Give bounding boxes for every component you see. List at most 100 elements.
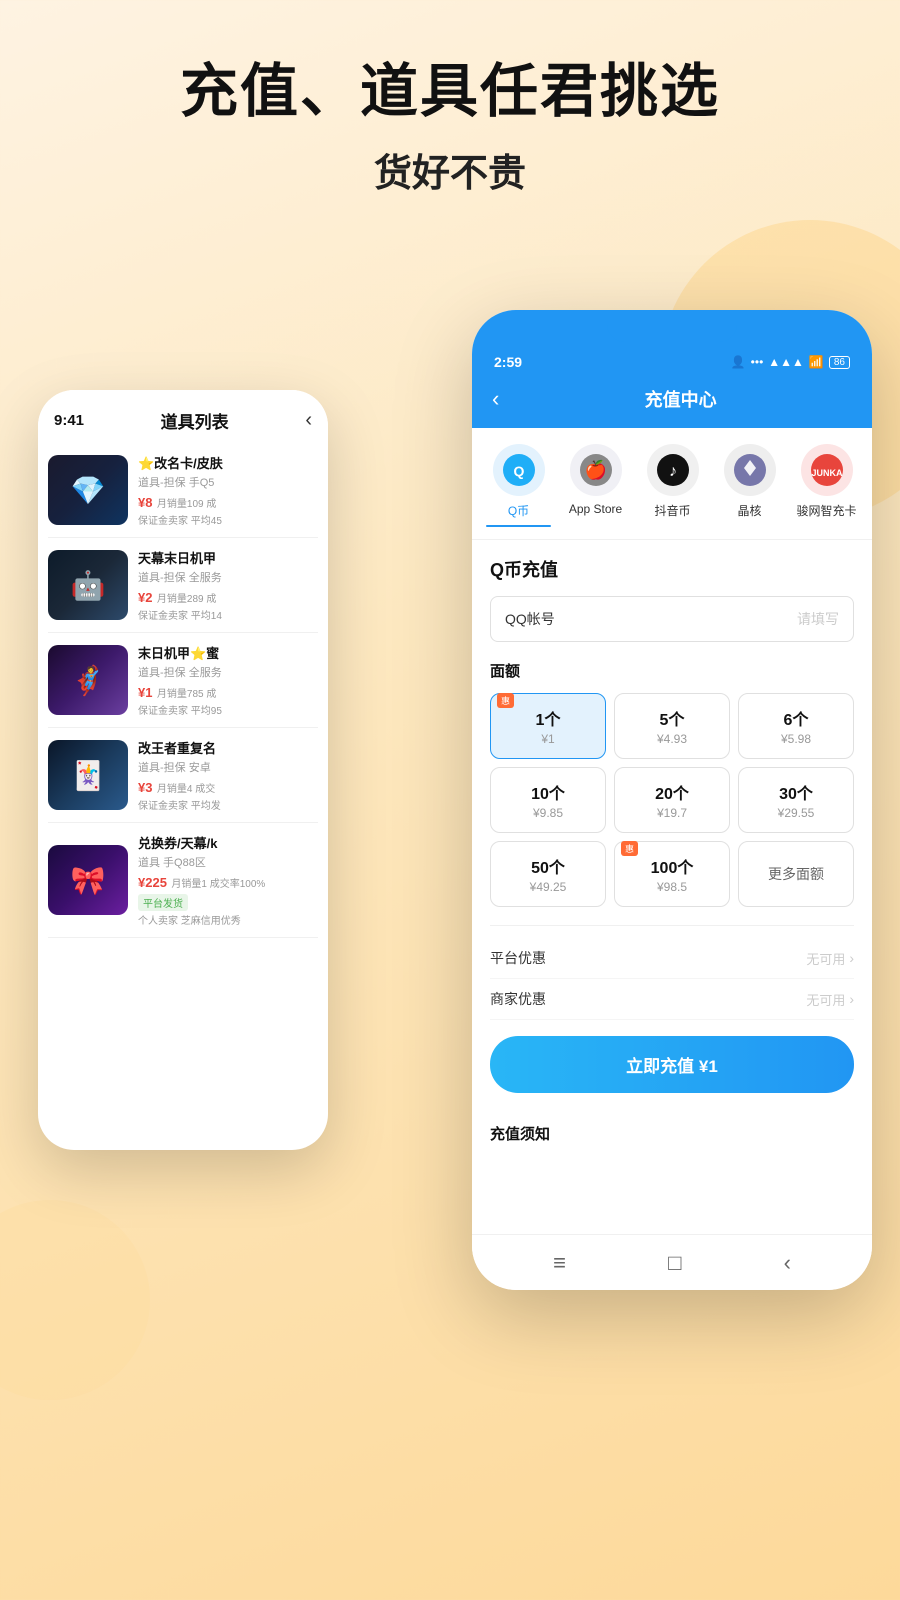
amount-cell-30[interactable]: 30个 ¥29.55 [738,767,854,833]
svg-text:🍎: 🍎 [584,459,606,480]
tab-jinhe[interactable]: 晶核 [717,444,782,527]
product-desc: 道具-担保 安卓 [138,759,318,775]
tab-qcoin[interactable]: Q Q币 [486,444,551,527]
promo-row-merchant[interactable]: 商家优惠 无可用 › [490,979,854,1020]
amount-price: ¥5.98 [747,732,845,746]
tab-douyin[interactable]: ♪ 抖音币 [640,444,705,527]
product-item[interactable]: 💎 ⭐改名卡/皮肤 道具-担保 手Q5 ¥8 月销量109 成 保证金卖家 平均… [48,443,318,538]
amount-count: 5个 [623,706,721,730]
status-time: 2:59 [494,354,522,370]
discount-badge: 惠 [497,693,514,708]
product-guarantee: 保证金卖家 平均14 [138,607,318,622]
amount-price: ¥19.7 [623,806,721,820]
amount-price: ¥98.5 [623,880,721,894]
douyin-icon: ♪ [647,444,699,496]
product-image: 🦸 [48,645,128,715]
promo-platform-value: 无可用 [806,949,845,968]
amount-count: 30个 [747,780,845,804]
product-info: 天幕末日机甲 道具-担保 全服务 ¥2 月销量289 成 保证金卖家 平均14 [138,548,318,622]
product-sales: 月销量109 成 [157,499,216,510]
product-name: 天幕末日机甲 [138,548,318,567]
product-sales: 月销量4 成交 [157,784,215,795]
right-nav-title: 充值中心 [509,386,852,412]
avatar-icon: 👤 [731,355,746,369]
service-tabs: Q Q币 🍎 App Store [472,428,872,540]
product-name: ⭐改名卡/皮肤 [138,453,318,472]
nav-back-icon[interactable]: ‹ [784,1250,791,1276]
promo-platform-label: 平台优惠 [490,948,546,968]
product-name: 末日机甲⭐蜜 [138,643,318,662]
product-item[interactable]: 🃏 改王者重复名 道具-担保 安卓 ¥3 月销量4 成交 保证金卖家 平均发 [48,728,318,823]
promo-merchant-label: 商家优惠 [490,989,546,1009]
amount-grid: 惠 1个 ¥1 5个 ¥4.93 6个 ¥5.98 10个 ¥9.85 [490,693,854,907]
tab-junka[interactable]: JUNKA 骏网智充卡 [794,444,859,527]
right-back-button[interactable]: ‹ [492,386,499,412]
product-sales: 月销量289 成 [157,594,216,605]
tab-junka-label: 骏网智充卡 [796,502,856,519]
tab-active-indicator [486,525,551,527]
promo-row-platform[interactable]: 平台优惠 无可用 › [490,938,854,979]
amount-price: ¥1 [499,732,597,746]
amount-cell-more[interactable]: 更多面额 [738,841,854,907]
amount-price: ¥29.55 [747,806,845,820]
product-price: ¥8 [138,495,152,510]
amount-count: 20个 [623,780,721,804]
product-name: 兑换券/天幕/k [138,833,318,852]
product-sales: 月销量1 成交率100% [171,879,265,890]
amount-cell-20[interactable]: 20个 ¥19.7 [614,767,730,833]
signal-icon: ▲▲▲ [768,355,804,369]
amount-cell-10[interactable]: 10个 ¥9.85 [490,767,606,833]
product-desc: 道具-担保 手Q5 [138,474,318,490]
product-image: 🎀 [48,845,128,915]
notice-title: 充值须知 [490,1123,854,1144]
wifi-icon: 📶 [809,355,824,369]
product-desc: 道具-担保 全服务 [138,569,318,585]
amount-cell-5[interactable]: 5个 ¥4.93 [614,693,730,759]
amount-cell-1[interactable]: 惠 1个 ¥1 [490,693,606,759]
jinhe-icon [724,444,776,496]
notice-section: 充值须知 [472,1109,872,1158]
amount-count: 100个 [623,854,721,878]
product-name: 改王者重复名 [138,738,318,757]
nav-menu-icon[interactable]: ≡ [553,1250,566,1276]
product-price: ¥3 [138,780,152,795]
discount-badge: 惠 [621,841,638,856]
charge-button[interactable]: 立即充值 ¥1 [490,1036,854,1093]
left-phone: 9:41 道具列表 ‹ 💎 ⭐改名卡/皮肤 道具-担保 手Q5 ¥8 月销量10… [38,390,328,1150]
promo-platform-arrow: › [849,950,854,966]
more-label: 更多面额 [768,864,824,884]
battery-icon: 86 [829,356,850,369]
left-back-arrow[interactable]: ‹ [305,409,312,432]
right-phone-nav: ‹ 充值中心 [472,378,872,428]
svg-text:JUNKA: JUNKA [811,468,843,478]
product-image: 💎 [48,455,128,525]
tab-appstore[interactable]: 🍎 App Store [563,444,628,527]
product-guarantee: 保证金卖家 平均45 [138,512,318,527]
status-bar: 2:59 👤 ••• ▲▲▲ 📶 86 [472,342,872,378]
product-image: 🤖 [48,550,128,620]
product-info: 末日机甲⭐蜜 道具-担保 全服务 ¥1 月销量785 成 保证金卖家 平均95 [138,643,318,717]
svg-text:♪: ♪ [669,463,677,480]
account-label: QQ帐号 [505,609,797,629]
product-guarantee: 个人卖家 芝麻信用优秀 [138,912,318,927]
product-price: ¥1 [138,685,152,700]
amount-cell-100[interactable]: 惠 100个 ¥98.5 [614,841,730,907]
qcoin-icon: Q [493,444,545,496]
product-item[interactable]: 🤖 天幕末日机甲 道具-担保 全服务 ¥2 月销量289 成 保证金卖家 平均1… [48,538,318,633]
status-icons: 👤 ••• ▲▲▲ 📶 86 [731,355,850,369]
product-item[interactable]: 🎀 兑换券/天幕/k 道具 手Q88区 ¥225 月销量1 成交率100% 平台… [48,823,318,938]
product-info: 改王者重复名 道具-担保 安卓 ¥3 月销量4 成交 保证金卖家 平均发 [138,738,318,812]
product-image: 🃏 [48,740,128,810]
left-phone-header: 9:41 道具列表 ‹ [38,390,328,443]
phones-container: 9:41 道具列表 ‹ 💎 ⭐改名卡/皮肤 道具-担保 手Q5 ¥8 月销量10… [0,310,900,1600]
account-input-row[interactable]: QQ帐号 请填写 [490,596,854,642]
header-subtitle: 货好不贵 [0,142,900,197]
amount-cell-50[interactable]: 50个 ¥49.25 [490,841,606,907]
amount-cell-6[interactable]: 6个 ¥5.98 [738,693,854,759]
bottom-nav: ≡ □ ‹ [472,1234,872,1290]
product-item[interactable]: 🦸 末日机甲⭐蜜 道具-担保 全服务 ¥1 月销量785 成 保证金卖家 平均9… [48,633,318,728]
recharge-title: Q币充值 [490,556,854,582]
nav-home-icon[interactable]: □ [668,1250,681,1276]
tab-qcoin-label: Q币 [508,502,529,519]
junka-icon: JUNKA [801,444,853,496]
